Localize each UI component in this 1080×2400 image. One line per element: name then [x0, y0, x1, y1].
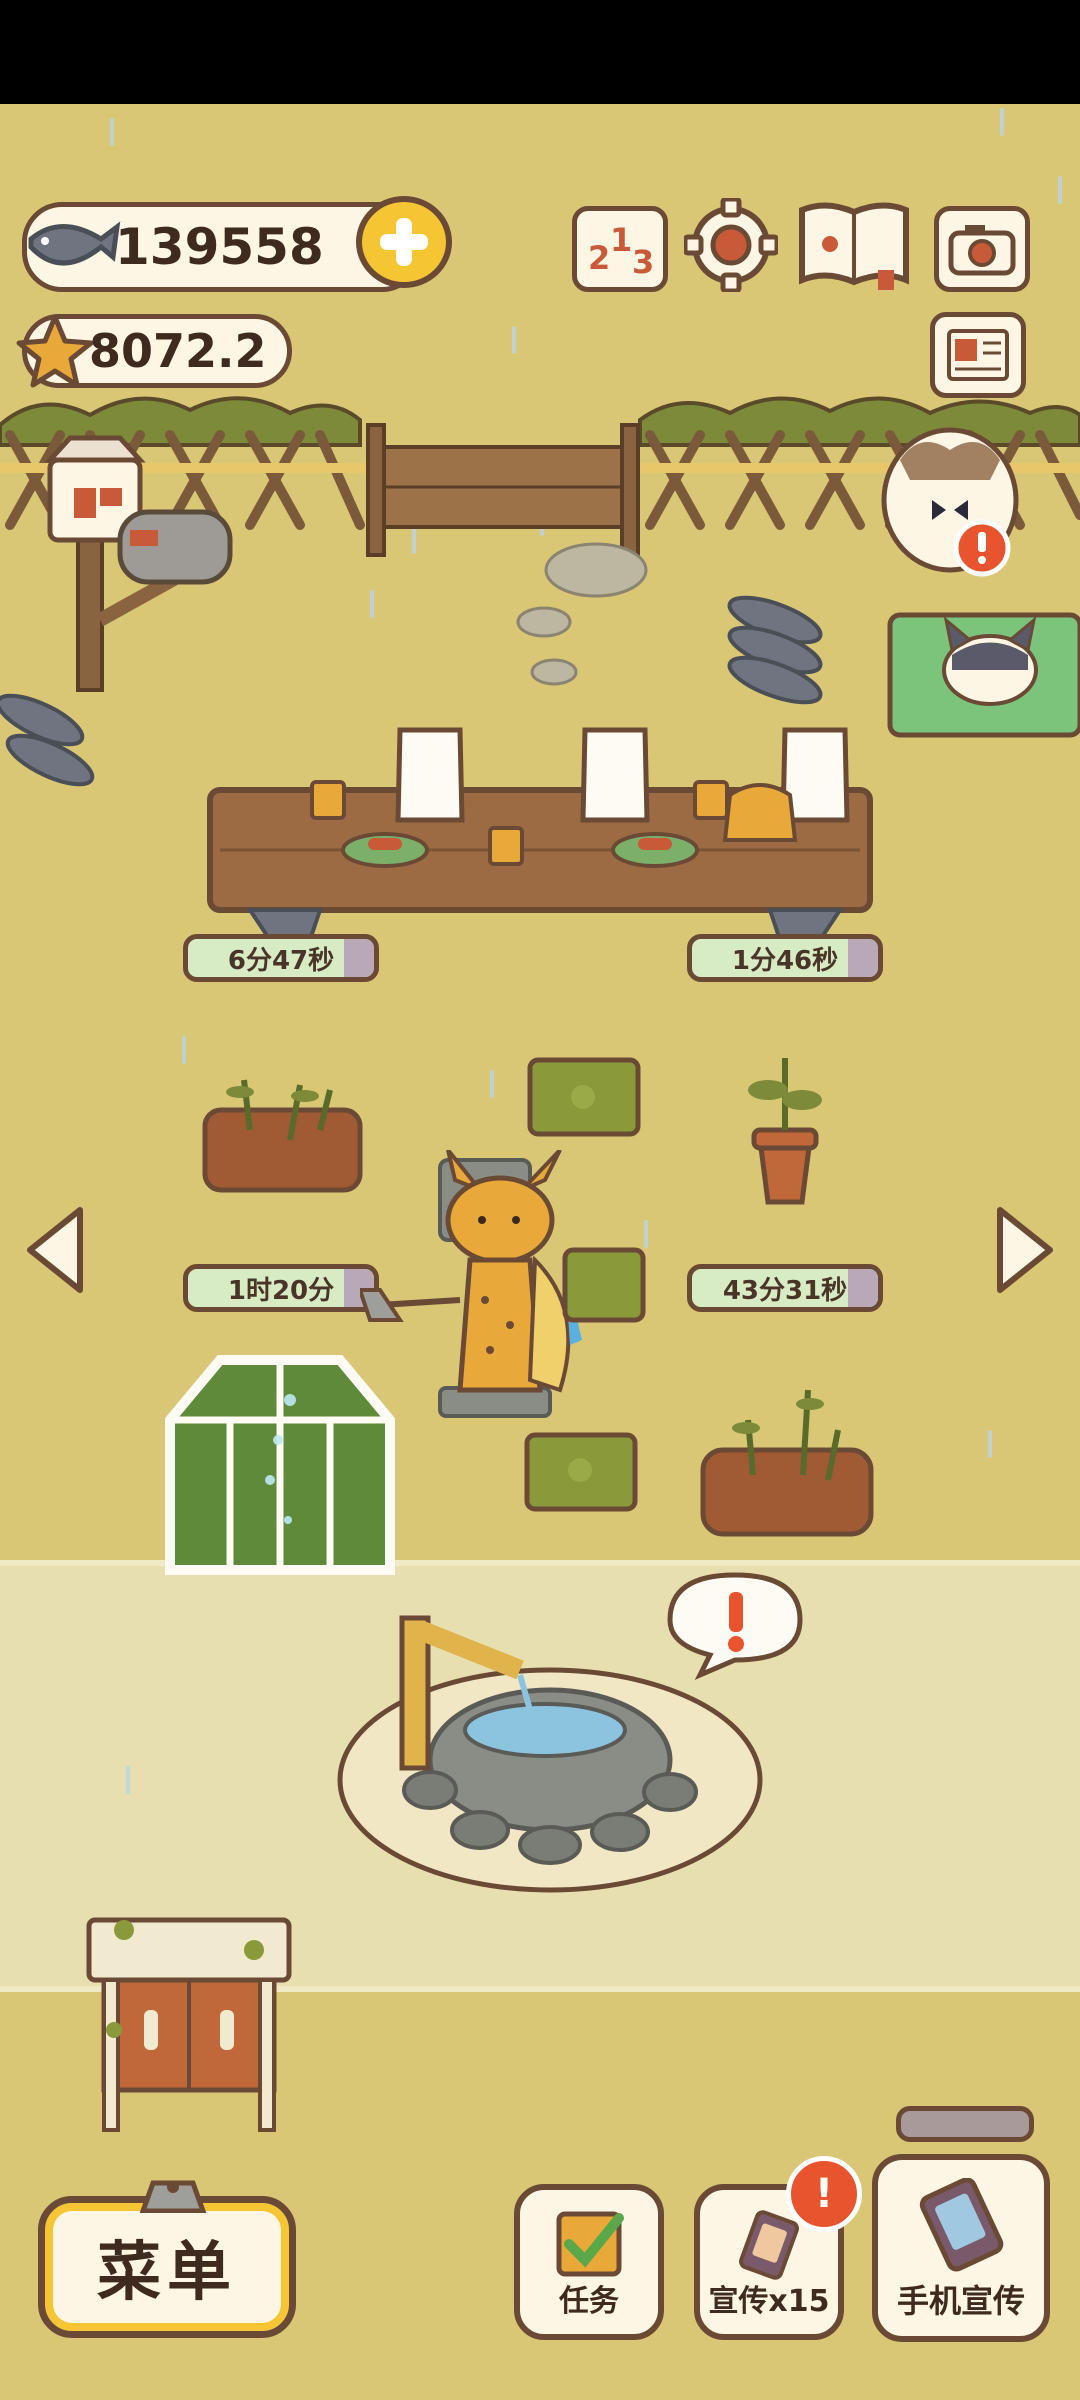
greenhouse[interactable]	[160, 1340, 400, 1580]
garden-plot-seedlings[interactable]	[698, 1380, 878, 1540]
svg-text:1: 1	[610, 221, 632, 259]
timer-progress-fill	[848, 939, 878, 977]
checklist-icon	[556, 2211, 624, 2277]
scroll-left-arrow-icon[interactable]	[20, 1200, 90, 1300]
phone-promo-icon	[919, 2178, 1004, 2272]
fish-count: 139558	[115, 218, 324, 276]
timer-progress-fill	[344, 939, 374, 977]
rain-drop	[988, 1430, 992, 1458]
wooden-table[interactable]	[200, 720, 880, 950]
phone-promote-label: 手机宣传	[896, 2282, 1025, 2320]
scroll-right-arrow-icon[interactable]	[990, 1200, 1060, 1300]
guide-book-icon[interactable]	[796, 200, 912, 290]
plot-timer-left: 1时20分	[183, 1264, 379, 1312]
rain-drop	[110, 118, 114, 146]
potted-plant[interactable]	[740, 1050, 830, 1210]
wooden-cabinet[interactable]	[84, 1910, 304, 2140]
energy-bar	[896, 2106, 1034, 2142]
garden-plot-sprouts[interactable]	[200, 1060, 370, 1195]
rain-drop	[126, 1766, 130, 1794]
timer-text: 6分47秒	[227, 945, 335, 976]
star-icon	[16, 314, 94, 388]
table-timer-right: 1分46秒	[687, 934, 883, 982]
grass-tile[interactable]	[560, 1245, 650, 1325]
tasks-button[interactable]: 任务	[514, 2184, 664, 2340]
table-timer-left: 6分47秒	[183, 934, 379, 982]
plot-timer-right: 43分31秒	[687, 1264, 883, 1312]
promote-alert-badge-icon: !	[786, 2156, 862, 2232]
stepping-stones	[516, 542, 648, 686]
phone-promo-icon	[739, 2210, 799, 2280]
timer-text: 43分31秒	[722, 1275, 848, 1306]
timer-text: 1时20分	[227, 1275, 335, 1306]
camera-icon[interactable]	[934, 206, 1030, 292]
add-fish-button[interactable]	[356, 196, 452, 288]
star-count: 8072.2	[89, 324, 267, 378]
menu-button[interactable]: 菜单	[38, 2180, 296, 2338]
rain-drop	[644, 1220, 648, 1248]
status-bar	[0, 0, 1080, 104]
rain-drop	[490, 1070, 494, 1098]
rain-drop	[182, 1036, 186, 1064]
ranking-icon[interactable]: 213	[572, 206, 668, 292]
promote-label: 宣传x15	[708, 2284, 830, 2319]
rain-drop	[512, 326, 516, 354]
rain-drop	[1058, 176, 1062, 204]
shop-signpost[interactable]	[40, 420, 240, 700]
star-currency-display: 8072.2	[16, 314, 292, 388]
rain-drop	[1000, 108, 1004, 136]
newspaper-icon[interactable]	[930, 312, 1026, 398]
timer-text: 1分46秒	[731, 945, 839, 976]
grass-tile[interactable]	[525, 1055, 645, 1140]
rain-drop	[370, 590, 374, 618]
plus-icon	[380, 218, 428, 266]
svg-text:2: 2	[588, 239, 610, 277]
fish-pile[interactable]	[715, 590, 845, 720]
timer-progress-fill	[848, 1269, 878, 1307]
phone-promote-button[interactable]: 手机宣传	[872, 2154, 1050, 2342]
svg-text:3: 3	[632, 243, 654, 279]
bowtie-cat-npc[interactable]	[880, 420, 1080, 740]
alert-speech-bubble[interactable]	[660, 1570, 810, 1680]
clip-icon	[139, 2180, 207, 2213]
grass-tile[interactable]	[522, 1430, 642, 1515]
fish-icon	[28, 221, 121, 266]
menu-label: 菜单	[97, 2236, 237, 2310]
fish-pile[interactable]	[0, 680, 110, 820]
settings-gear-icon[interactable]	[684, 198, 778, 292]
